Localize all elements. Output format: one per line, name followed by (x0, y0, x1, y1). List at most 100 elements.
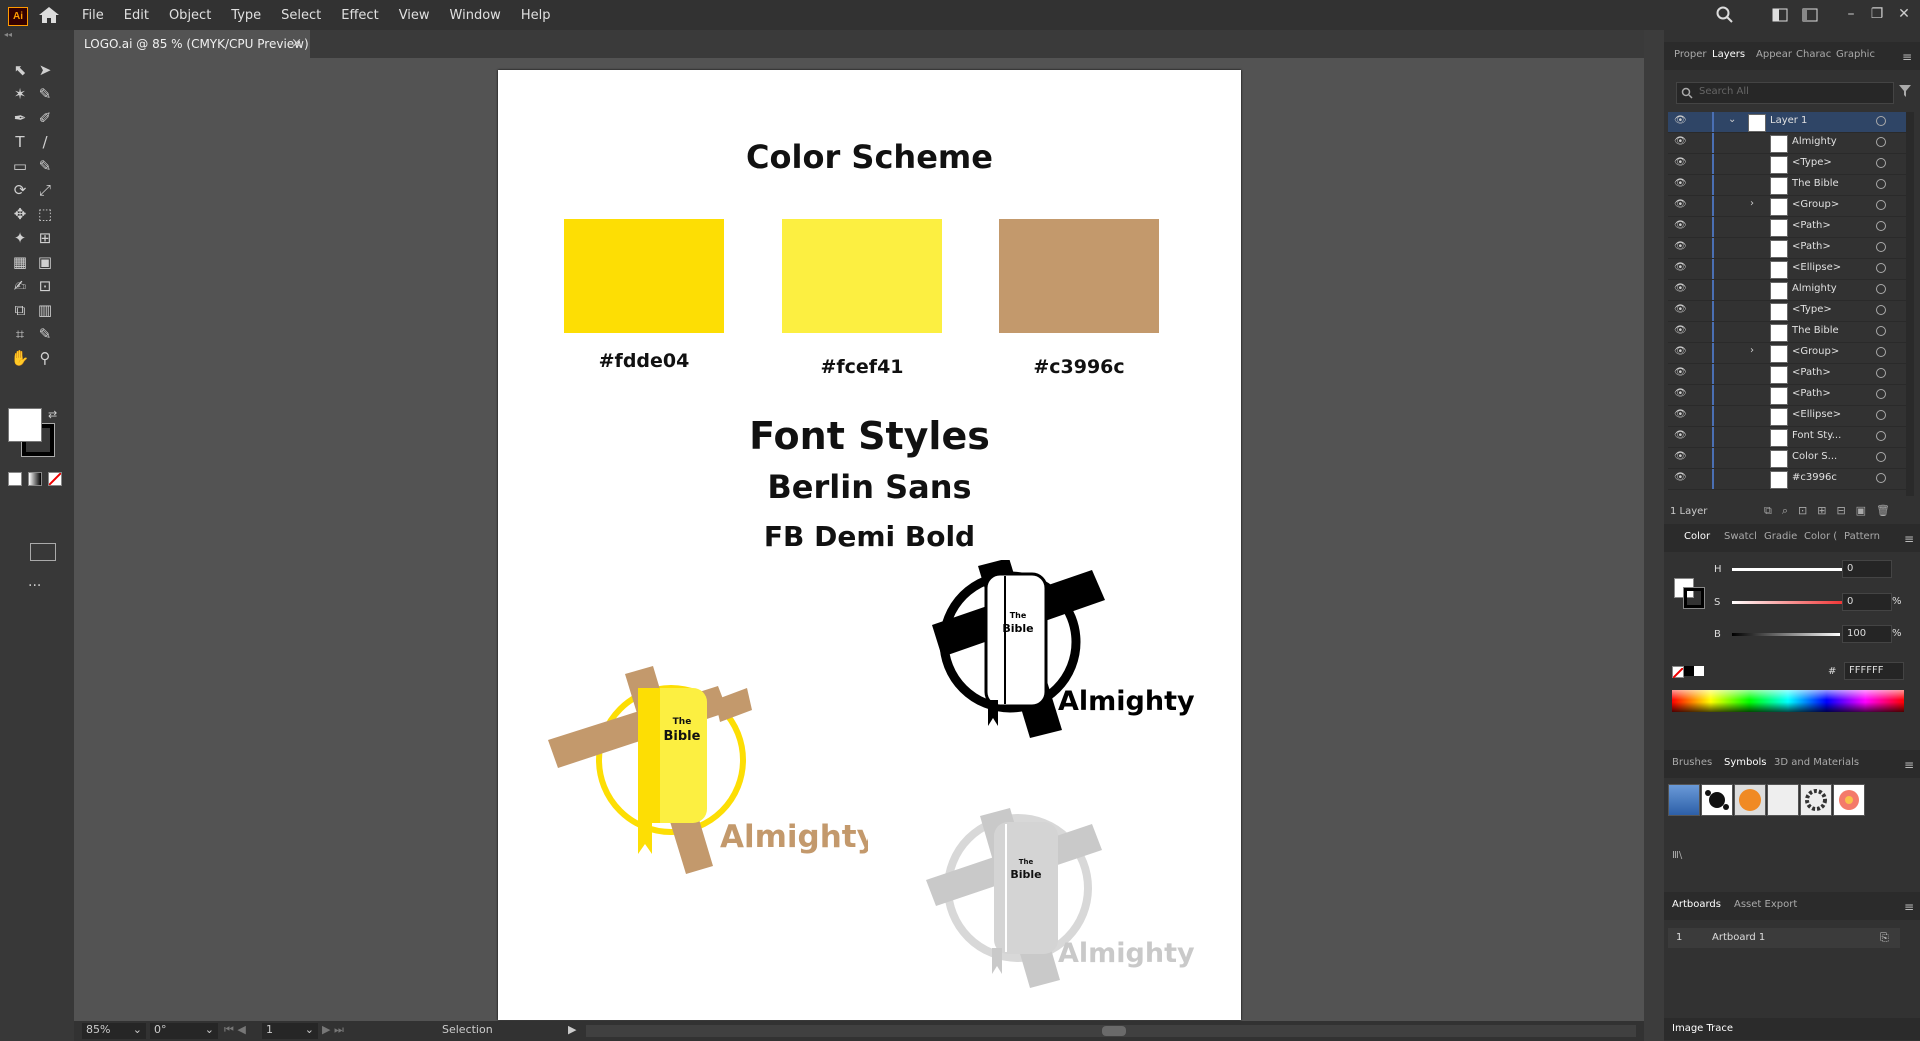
panel-menu-icon[interactable]: ≡ (1902, 50, 1912, 64)
target-circle-icon[interactable] (1876, 158, 1886, 168)
panel-tab[interactable]: Graphic (1836, 49, 1875, 60)
direct-selection-tool-icon[interactable]: ➤ (33, 60, 57, 80)
white-swatch[interactable] (1694, 666, 1704, 676)
layer-row[interactable]: 👁 ⌄ Layer 1 (1668, 112, 1908, 133)
layer-row[interactable]: 👁 The Bible (1668, 175, 1908, 196)
layer-row[interactable]: 👁 <Ellipse> (1668, 259, 1908, 280)
eye-icon[interactable]: 👁 (1674, 472, 1687, 484)
more-tools-icon[interactable]: ··· (28, 578, 41, 594)
eye-icon[interactable]: 👁 (1674, 304, 1687, 316)
mesh-tool-icon[interactable]: ⊡ (33, 276, 57, 296)
layers-scrollbar[interactable] (1906, 112, 1914, 496)
eye-icon[interactable]: 👁 (1674, 262, 1687, 274)
layers-search[interactable]: Search All (1676, 82, 1894, 104)
artboard-number-field[interactable]: 1 ⌄ (262, 1023, 318, 1039)
layer-row[interactable]: 👁 <Path> (1668, 364, 1908, 385)
minimize-button[interactable]: – (1840, 4, 1862, 24)
eye-icon[interactable]: 👁 (1674, 451, 1687, 463)
layer-row[interactable]: 👁 › <Group> (1668, 196, 1908, 217)
panel-tab[interactable]: Color ( (1804, 531, 1837, 542)
collapse-handle[interactable]: ◂◂ (0, 30, 78, 39)
lasso-tool-icon[interactable]: ✎ (33, 84, 57, 104)
rectangle-tool-icon[interactable]: ▭ (8, 156, 32, 176)
b-slider[interactable] (1732, 633, 1840, 636)
symbol-libraries-icon[interactable]: Ⅲ\ (1672, 850, 1682, 861)
target-circle-icon[interactable] (1876, 473, 1886, 483)
target-circle-icon[interactable] (1876, 389, 1886, 399)
target-circle-icon[interactable] (1876, 431, 1886, 441)
swatch-light-yellow[interactable] (782, 219, 942, 333)
target-circle-icon[interactable] (1876, 326, 1886, 336)
eye-icon[interactable]: 👁 (1674, 430, 1687, 442)
symbol-sprayer-tool-icon[interactable]: ✎ (33, 324, 57, 344)
first-artboard-icon[interactable]: ⏮ ◀ (224, 1023, 246, 1039)
magic-wand-tool-icon[interactable]: ✶ (8, 84, 32, 104)
live-paint-tool-icon[interactable]: ▣ (33, 252, 57, 272)
panel-menu-icon[interactable]: ≡ (1904, 532, 1914, 546)
menu-file[interactable]: File (82, 8, 104, 23)
target-circle-icon[interactable] (1876, 305, 1886, 315)
panel-tab[interactable]: Appear (1756, 49, 1792, 60)
panel-tab[interactable]: Artboards (1672, 899, 1721, 910)
menu-type[interactable]: Type (231, 8, 261, 23)
eye-icon[interactable]: 👁 (1674, 136, 1687, 148)
panel-menu-icon[interactable]: ≡ (1904, 900, 1914, 914)
layer-row[interactable]: 👁 Almighty (1668, 133, 1908, 154)
eye-icon[interactable]: 👁 (1674, 115, 1687, 127)
panel-menu-icon[interactable]: ≡ (1904, 758, 1914, 772)
rotate-tool-icon[interactable]: ✥ (8, 204, 32, 224)
layer-row[interactable]: 👁 <Type> (1668, 301, 1908, 322)
workspace-icon[interactable] (1802, 8, 1818, 22)
panel-tab[interactable]: Charac (1796, 49, 1831, 60)
target-circle-icon[interactable] (1876, 242, 1886, 252)
home-icon[interactable] (38, 6, 60, 24)
eye-icon[interactable]: 👁 (1674, 199, 1687, 211)
target-circle-icon[interactable] (1876, 347, 1886, 357)
paintbrush-tool-icon[interactable]: ✎ (33, 156, 57, 176)
target-circle-icon[interactable] (1876, 410, 1886, 420)
color-spectrum[interactable] (1672, 690, 1904, 712)
zoom-field[interactable]: 85% ⌄ (82, 1023, 146, 1039)
gradient-tool-icon[interactable]: ⧉ (8, 300, 32, 320)
search-icon[interactable] (1716, 6, 1734, 24)
logo-grey[interactable]: The Bible Almighty (922, 802, 1212, 992)
symbol-splatter[interactable] (1701, 784, 1733, 816)
panel-tab[interactable]: 3D and Materials (1774, 757, 1859, 768)
layer-row[interactable]: 👁 #c3996c (1668, 469, 1908, 490)
target-circle-icon[interactable] (1876, 368, 1886, 378)
symbol-wreath[interactable] (1800, 784, 1832, 816)
menu-edit[interactable]: Edit (124, 8, 149, 23)
expand-chevron-icon[interactable]: ⌄ (1728, 114, 1736, 125)
panel-tab[interactable]: Color (1684, 531, 1710, 542)
shaper-tool-icon[interactable]: ⟳ (8, 180, 32, 200)
close-tab-icon[interactable]: × (291, 36, 302, 51)
column-graph-tool-icon[interactable]: ✋ (8, 348, 32, 368)
swatch-yellow[interactable] (564, 219, 724, 333)
menu-help[interactable]: Help (521, 8, 551, 23)
swap-colors-icon[interactable]: ⇄ (48, 408, 57, 421)
artboard-options-icon[interactable]: ⎘ (1880, 931, 1889, 945)
black-swatch[interactable] (1684, 666, 1694, 676)
status-menu-icon[interactable]: ▶ (568, 1023, 576, 1039)
layer-row[interactable]: 👁 <Path> (1668, 385, 1908, 406)
next-artboard-icon[interactable]: ▶ ⏭ (322, 1023, 344, 1039)
layer-row[interactable]: 👁 The Bible (1668, 322, 1908, 343)
eye-icon[interactable]: 👁 (1674, 283, 1687, 295)
shape-builder-tool-icon[interactable]: ▦ (8, 252, 32, 272)
layer-row[interactable]: 👁 Almighty (1668, 280, 1908, 301)
panel-tab[interactable]: Brushes (1672, 757, 1712, 768)
panel-tab[interactable]: Layers (1712, 49, 1745, 60)
target-circle-icon[interactable] (1876, 452, 1886, 462)
eyedropper-tool-icon[interactable]: ▥ (33, 300, 57, 320)
eraser-tool-icon[interactable]: ⤢ (33, 180, 57, 200)
color-stroke-swatch[interactable] (1683, 587, 1705, 609)
eye-icon[interactable]: 👁 (1674, 325, 1687, 337)
symbol-orange-button[interactable] (1734, 784, 1766, 816)
layer-row[interactable]: 👁 Color S... (1668, 448, 1908, 469)
h-value[interactable]: 0 (1842, 560, 1892, 578)
document-tab[interactable]: LOGO.ai @ 85 % (CMYK/CPU Preview) × (74, 30, 310, 58)
menu-view[interactable]: View (399, 8, 430, 23)
b-value[interactable]: 100 (1842, 625, 1892, 643)
fill-swatch-front[interactable] (8, 408, 42, 442)
panel-tab[interactable]: Symbols (1724, 757, 1766, 768)
